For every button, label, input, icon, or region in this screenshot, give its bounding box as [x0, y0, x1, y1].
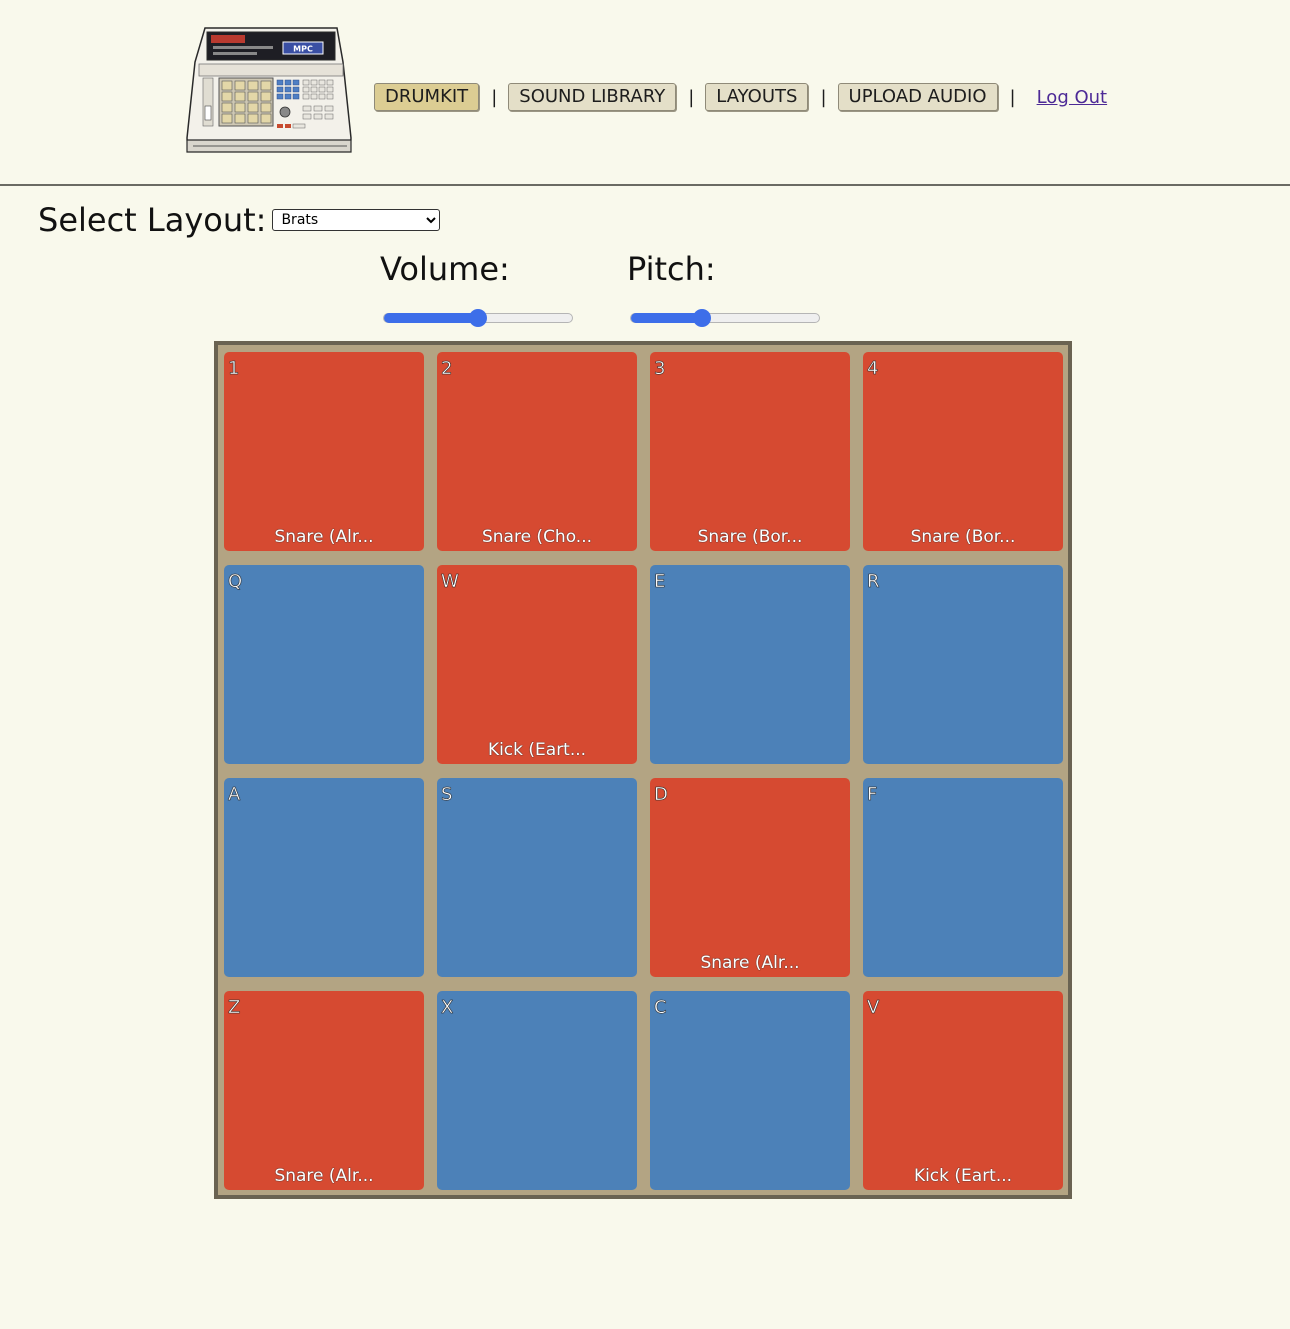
pad-sound-label: Snare (Alr... — [274, 1166, 374, 1186]
pad-key-label: E — [654, 571, 666, 593]
drum-pad-f[interactable]: F — [863, 778, 1063, 977]
pitch-slider[interactable] — [630, 309, 820, 327]
pad-key-label: W — [441, 571, 459, 593]
layout-selector: Select Layout: Brats — [38, 201, 441, 239]
drum-pad-z[interactable]: Z Snare (Alr... — [224, 991, 424, 1190]
mpc-brand-text: MPC — [293, 45, 313, 54]
drum-pad-c[interactable]: C — [650, 991, 850, 1190]
pad-key-label: R — [867, 571, 880, 593]
layout-select[interactable]: Brats — [272, 209, 441, 231]
drum-pad-3[interactable]: 3 Snare (Bor... — [650, 352, 850, 551]
nav-drumkit-button[interactable]: DRUMKIT — [374, 83, 480, 111]
nav-separator: | — [820, 86, 827, 108]
pad-key-label: 3 — [654, 358, 666, 380]
drum-pad-s[interactable]: S — [437, 778, 637, 977]
nav-separator: | — [688, 86, 695, 108]
pad-key-label: V — [867, 997, 880, 1019]
mpc-sampler-icon: MPC — [186, 27, 352, 153]
drum-pad-4[interactable]: 4 Snare (Bor... — [863, 352, 1063, 551]
drum-pad-r[interactable]: R — [863, 565, 1063, 764]
drum-pad-2[interactable]: 2 Snare (Cho... — [437, 352, 637, 551]
logout-link[interactable]: Log Out — [1037, 87, 1108, 108]
volume-slider[interactable] — [383, 309, 573, 327]
drum-pad-q[interactable]: Q — [224, 565, 424, 764]
pad-sound-label: Snare (Cho... — [481, 527, 593, 547]
drum-pad-1[interactable]: 1 Snare (Alr... — [224, 352, 424, 551]
drum-pad-a[interactable]: A — [224, 778, 424, 977]
drum-pad-d[interactable]: D Snare (Alr... — [650, 778, 850, 977]
mpc-sampler-logo[interactable]: MPC — [183, 26, 359, 156]
main-nav: DRUMKIT | SOUND LIBRARY | LAYOUTS | UPLO… — [374, 82, 1107, 112]
drum-pad-w[interactable]: W Kick (Eart... — [437, 565, 637, 764]
pad-key-label: F — [867, 784, 878, 806]
pad-sound-label: Kick (Eart... — [487, 740, 587, 760]
nav-sound-library-button[interactable]: SOUND LIBRARY — [508, 83, 677, 111]
volume-slider-thumb[interactable] — [469, 309, 487, 327]
nav-layouts-button[interactable]: LAYOUTS — [705, 83, 809, 111]
header-divider — [0, 184, 1290, 186]
pad-key-label: D — [654, 784, 668, 806]
nav-separator: | — [1009, 86, 1016, 108]
pad-key-label: A — [228, 784, 241, 806]
volume-label: Volume: — [380, 250, 510, 288]
header: MPC DRUMKIT | SOUND LIBRARY | LAYOUTS | … — [0, 0, 1290, 184]
nav-separator: | — [491, 86, 498, 108]
pad-key-label: S — [441, 784, 453, 806]
select-layout-label: Select Layout: — [38, 201, 267, 239]
pad-sound-label: Snare (Bor... — [910, 527, 1016, 547]
pad-sound-label: Snare (Alr... — [700, 953, 800, 973]
pad-sound-label: Kick (Eart... — [913, 1166, 1013, 1186]
pad-key-label: C — [654, 997, 667, 1019]
pad-key-label: 2 — [441, 358, 453, 380]
drum-pad-x[interactable]: X — [437, 991, 637, 1190]
pad-key-label: Z — [228, 997, 241, 1019]
pad-sound-label: Snare (Alr... — [274, 527, 374, 547]
pad-key-label: 4 — [867, 358, 879, 380]
drum-pad-grid: 1 Snare (Alr... 2 Snare (Cho... 3 Snare (Bor.… — [214, 341, 1072, 1199]
volume-slider-fill — [384, 313, 478, 323]
pad-key-label: Q — [228, 571, 243, 593]
pad-key-label: X — [441, 997, 454, 1019]
pitch-slider-thumb[interactable] — [693, 309, 712, 327]
pad-sound-label: Snare (Bor... — [697, 527, 803, 547]
pitch-slider-fill — [631, 313, 703, 323]
pad-key-label: 1 — [228, 358, 240, 380]
nav-upload-audio-button[interactable]: UPLOAD AUDIO — [837, 83, 998, 111]
drum-pad-v[interactable]: V Kick (Eart... — [863, 991, 1063, 1190]
drum-pad-e[interactable]: E — [650, 565, 850, 764]
pitch-label: Pitch: — [627, 250, 716, 288]
